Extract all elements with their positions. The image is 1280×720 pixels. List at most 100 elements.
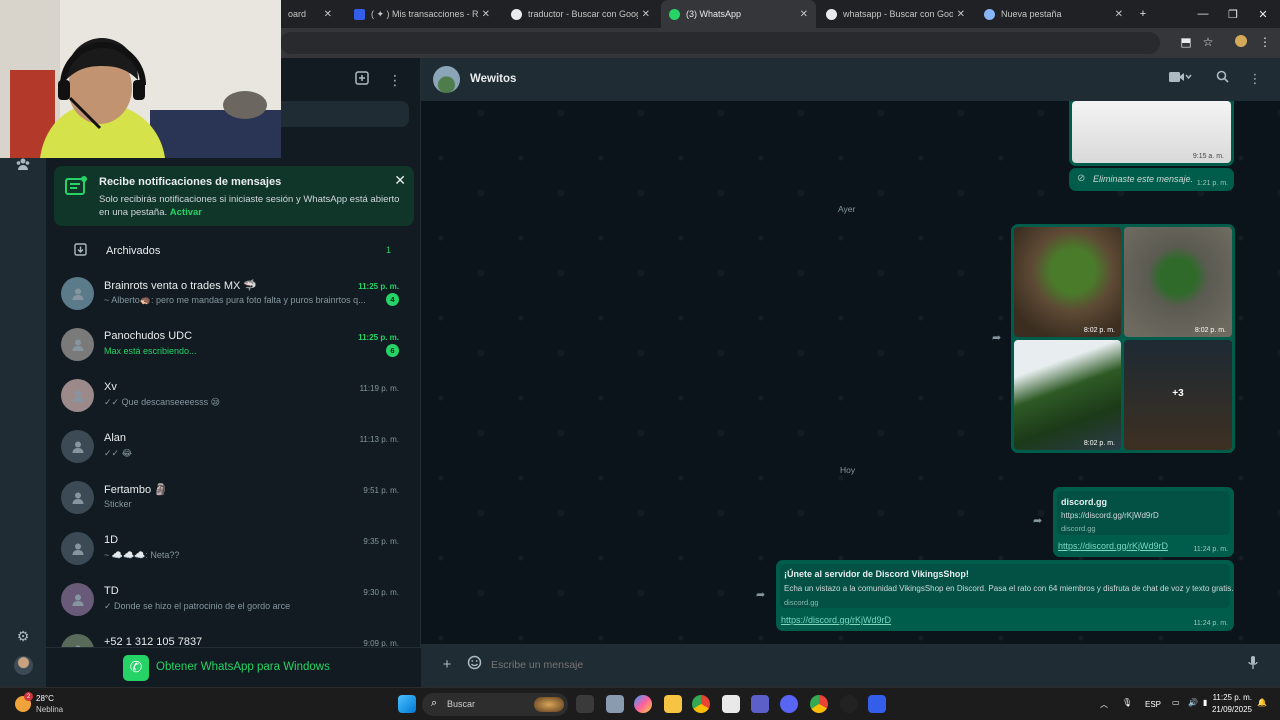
minimize-icon[interactable]: —: [1186, 0, 1220, 28]
close-tab-icon[interactable]: ✕: [324, 9, 332, 20]
message-input[interactable]: [485, 651, 1215, 679]
chrome-active-icon[interactable]: [810, 695, 828, 713]
microphone-icon[interactable]: [1243, 655, 1263, 675]
get-whatsapp-banner[interactable]: ✆ Obtener WhatsApp para Windows: [46, 647, 421, 687]
taskbar-search[interactable]: ⌕ Buscar: [422, 693, 568, 716]
chat-list-item[interactable]: Xv 11:19 p. m. ✓✓ Que descanseeeesss 😪: [46, 372, 421, 423]
archived-row[interactable]: Archivados 1: [46, 237, 421, 265]
chat-avatar[interactable]: [61, 481, 94, 514]
browser-tab-2[interactable]: ( ✦ ) Mis transacciones - Roblo ✕: [346, 0, 498, 28]
chat-list-item[interactable]: Alan 11:13 p. m. ✓✓ 😂: [46, 423, 421, 474]
whatsapp-favicon-icon: [669, 8, 680, 20]
chat-avatar[interactable]: [61, 328, 94, 361]
browser-tab-1[interactable]: oard ✕: [280, 0, 340, 28]
search-icon[interactable]: [1213, 70, 1231, 88]
teams-icon[interactable]: [751, 695, 769, 713]
settings-gear-icon[interactable]: ⚙: [13, 626, 33, 646]
album-image-1[interactable]: 8:02 p. m.: [1014, 227, 1121, 337]
close-tab-icon[interactable]: ✕: [1115, 9, 1123, 20]
chat-name: Alan: [104, 432, 127, 444]
close-tab-icon[interactable]: ✕: [642, 9, 650, 20]
url-field[interactable]: [280, 32, 1160, 54]
album-image-2[interactable]: 8:02 p. m.: [1124, 227, 1232, 337]
tray-mic-icon[interactable]: 🎙: [1122, 698, 1132, 707]
browser-tab-6[interactable]: Nueva pestaña ✕: [976, 0, 1131, 28]
chat-list-item[interactable]: 1D 9:35 p. m. ~ ☁️☁️☁️: Neta??: [46, 525, 421, 576]
maximize-icon[interactable]: ❐: [1216, 0, 1250, 28]
weather-desc: Neblina: [36, 705, 64, 714]
notification-bell-icon[interactable]: 🔔: [1257, 698, 1267, 707]
chat-name: Panochudos UDC: [104, 330, 193, 342]
video-call-icon[interactable]: [1165, 70, 1195, 88]
menu-dots-icon[interactable]: ⋮: [1246, 70, 1264, 88]
app-icon-1[interactable]: [606, 695, 624, 713]
chat-list-item[interactable]: Fertambo 🗿 9:51 p. m. Sticker: [46, 474, 421, 525]
browser-menu-icon[interactable]: ⋮: [1257, 35, 1273, 49]
preview-description: Echa un vistazo a la comunidad VikingsSh…: [784, 584, 1234, 593]
message-link[interactable]: https://discord.gg/rKjWd9rD: [781, 615, 891, 625]
bookmark-star-icon[interactable]: ☆: [1200, 35, 1216, 49]
chat-list-item[interactable]: TD 9:30 p. m. ✓ Donde se hizo el patrocini…: [46, 576, 421, 627]
image-message[interactable]: 9:15 a. m.: [1069, 101, 1234, 166]
chat-avatar[interactable]: [61, 430, 94, 463]
chat-list-item[interactable]: Panochudos UDC 11:25 p. m. Max está escrib…: [46, 321, 421, 372]
profile-avatar-icon[interactable]: [1233, 35, 1249, 50]
tray-chevron-icon[interactable]: ︿: [1100, 699, 1108, 710]
link-preview[interactable]: discord.gg https://discord.gg/rKjWd9rD d…: [1057, 491, 1230, 535]
new-tab-button[interactable]: +: [1126, 0, 1160, 28]
roblox-app-icon[interactable]: [840, 695, 858, 713]
discord-icon[interactable]: [780, 695, 798, 713]
close-icon[interactable]: ✕: [394, 172, 406, 189]
link-message[interactable]: ¡Únete al servidor de Discord VikingsSho…: [776, 560, 1234, 631]
chat-time: 11:25 p. m.: [358, 282, 399, 291]
copilot-icon[interactable]: [634, 695, 652, 713]
new-chat-icon[interactable]: [352, 70, 372, 90]
message-link[interactable]: https://discord.gg/rKjWd9rD: [1058, 541, 1168, 551]
install-app-icon[interactable]: ⬒: [1178, 35, 1194, 49]
deleted-message[interactable]: ⊘ Eliminaste este mensaje. 1:21 p. m.: [1069, 168, 1234, 191]
wifi-icon[interactable]: ▭: [1172, 698, 1180, 707]
clock-time[interactable]: 11:25 p. m.: [1210, 693, 1252, 702]
close-tab-icon[interactable]: ✕: [482, 9, 490, 20]
album-image-more[interactable]: +3: [1124, 340, 1232, 450]
forward-icon[interactable]: ➦: [756, 588, 765, 601]
chat-avatar[interactable]: [61, 277, 94, 310]
chat-avatar[interactable]: [61, 583, 94, 616]
activate-link[interactable]: Activar: [170, 207, 202, 218]
browser-tab-whatsapp[interactable]: (3) WhatsApp ✕: [661, 0, 816, 28]
chat-avatar[interactable]: [61, 532, 94, 565]
chat-list-item[interactable]: Brainrots venta o trades MX 🦈 11:25 p. m.…: [46, 270, 421, 321]
link-preview[interactable]: ¡Únete al servidor de Discord VikingsSho…: [780, 564, 1234, 608]
language-indicator[interactable]: ESP: [1145, 700, 1161, 709]
chat-avatar[interactable]: [61, 379, 94, 412]
chrome-icon[interactable]: [692, 695, 710, 713]
battery-icon[interactable]: ▮: [1203, 698, 1207, 707]
attach-plus-icon[interactable]: +: [437, 655, 457, 675]
close-tab-icon[interactable]: ✕: [800, 9, 808, 20]
browser-tab-5[interactable]: whatsapp - Buscar con Google ✕: [818, 0, 973, 28]
link-message[interactable]: discord.gg https://discord.gg/rKjWd9rD d…: [1053, 487, 1234, 557]
profile-avatar[interactable]: [14, 656, 33, 675]
emoji-icon[interactable]: [464, 655, 484, 675]
communities-icon[interactable]: [13, 156, 33, 176]
menu-dots-icon[interactable]: ⋮: [385, 70, 405, 90]
roblox-studio-icon[interactable]: [868, 695, 886, 713]
clock-date[interactable]: 21/09/2025: [1208, 705, 1252, 714]
album-image-3[interactable]: 8:02 p. m.: [1014, 340, 1121, 450]
image-album[interactable]: 8:02 p. m. 8:02 p. m. 8:02 p. m. +3: [1011, 224, 1235, 453]
conversation-pane: Wewitos ⋮ 9:15 a. m. ⊘ Eliminaste este m…: [421, 58, 1280, 687]
group-avatar[interactable]: [433, 66, 460, 93]
forward-icon[interactable]: ➦: [992, 331, 1001, 344]
file-explorer-icon[interactable]: [664, 695, 682, 713]
forward-icon[interactable]: ➦: [1033, 514, 1042, 527]
windows-start-icon[interactable]: [398, 695, 416, 713]
close-window-icon[interactable]: ✕: [1246, 0, 1280, 28]
message-time: 1:21 p. m.: [1196, 180, 1228, 187]
conversation-header[interactable]: Wewitos ⋮: [421, 58, 1280, 101]
close-tab-icon[interactable]: ✕: [957, 9, 965, 20]
chat-name: Xv: [104, 381, 117, 393]
notepad-icon[interactable]: [722, 695, 740, 713]
browser-tab-3[interactable]: traductor - Buscar con Google ✕: [503, 0, 658, 28]
task-view-icon[interactable]: [576, 695, 594, 713]
volume-icon[interactable]: 🔊: [1188, 698, 1198, 707]
